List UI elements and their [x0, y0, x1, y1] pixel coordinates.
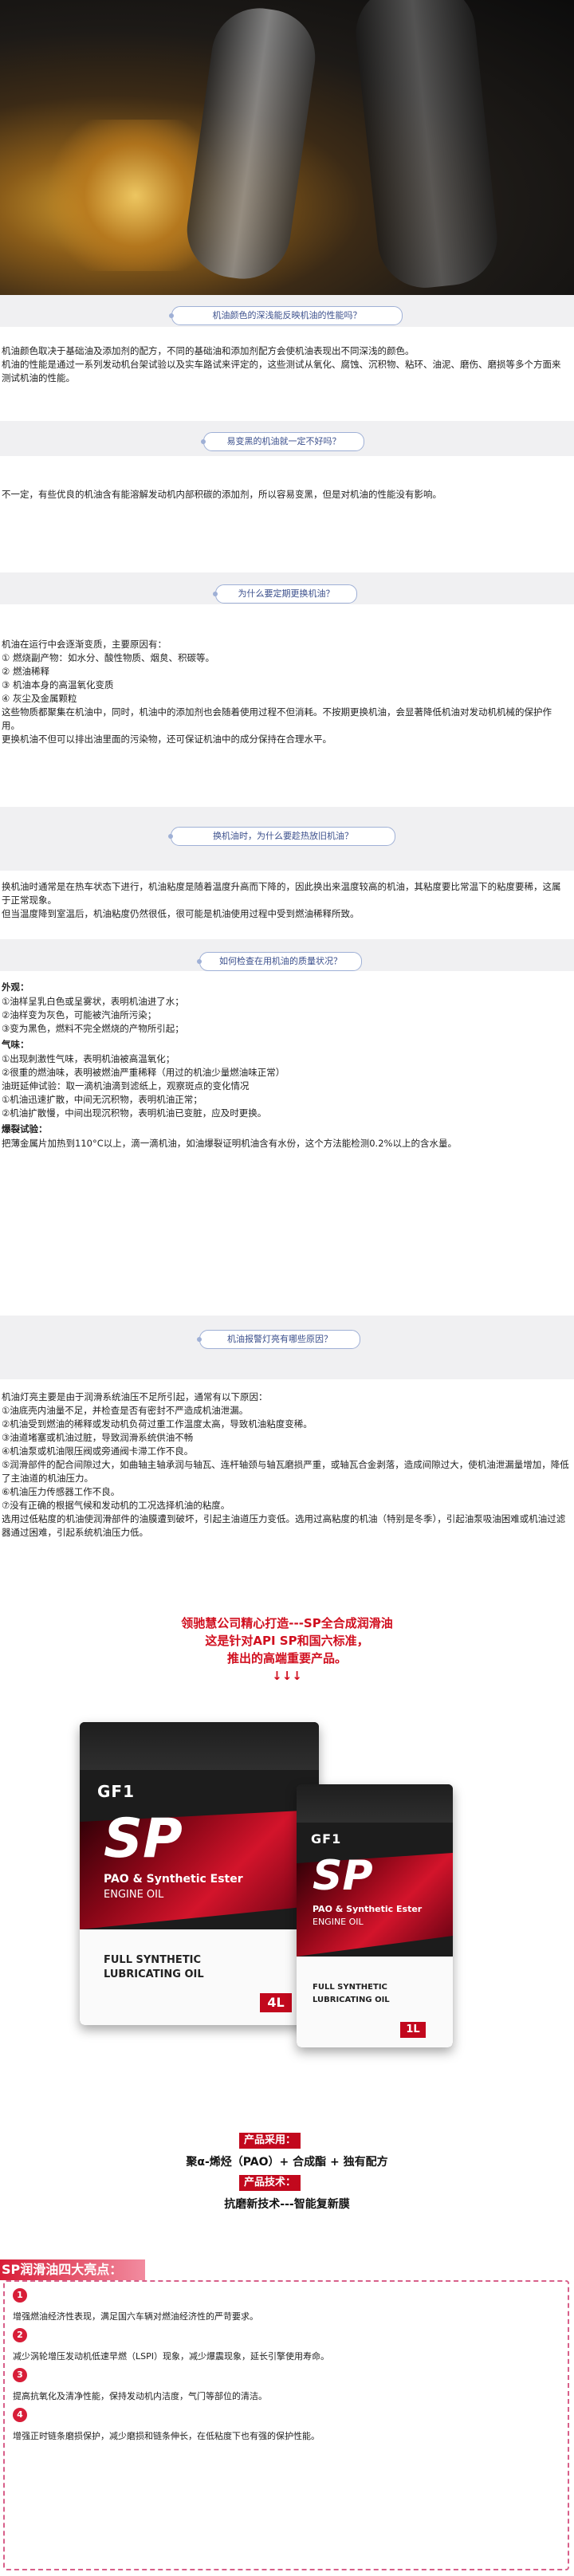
feature-text-1: 增强燃油经济性表现，满足国六车辆对燃油经济性的严苛要求。 — [13, 2311, 258, 2322]
full-synthetic-label: FULL SYNTHETIC — [104, 1954, 202, 1966]
question-pill-2: 易变黑的机油就一定不好吗？ — [201, 432, 364, 451]
product-uses-tag: 产品采用： — [239, 2133, 301, 2149]
product-can-4l: GF1 SP PAO & Synthetic Ester ENGINE OIL … — [80, 1722, 319, 2025]
brand-logo: GF1 — [311, 1831, 342, 1846]
product-can-1l: GF1 SP PAO & Synthetic Ester ENGINE OIL … — [297, 1784, 453, 2047]
feature-number-3: 3 — [13, 2368, 27, 2382]
highlights-title: SP润滑油四大亮点： — [0, 2259, 145, 2280]
sp-mark: SP — [313, 1852, 373, 1900]
appearance-text: ①油样呈乳白色或呈雾状，表明机油进了水； ②油样变为灰色，可能被汽油所污染； ③… — [2, 996, 184, 1034]
lubricating-oil-label: LUBRICATING OIL — [313, 1996, 390, 2004]
feature-text-2: 减少涡轮增压发动机低速早燃（LSPI）现象，减少爆震现象，延长引擎使用寿命。 — [13, 2351, 329, 2362]
smell-heading: 气味： — [2, 1039, 29, 1050]
appearance-heading: 外观： — [2, 981, 29, 993]
feature-number-4: 4 — [13, 2408, 27, 2422]
answer-1-text: 机油颜色取决于基础油及添加剂的配方，不同的基础油和添加剂配方会使机油表现出不同深… — [2, 345, 561, 383]
question-pill-1: 机油颜色的深浅能反映机油的性能吗？ — [169, 306, 403, 325]
burst-test-text: 把薄金属片加热到110°C以上，滴一滴机油，如油爆裂证明机油含有水份，这个方法能… — [2, 1138, 457, 1149]
feature-text-3: 提高抗氧化及清净性能，保持发动机内洁度，气门等部位的清洁。 — [13, 2391, 267, 2401]
promo-line-3: 推出的高端重要产品。 — [226, 1651, 347, 1666]
lubricating-oil-label: LUBRICATING OIL — [104, 1968, 204, 1980]
highlights-box — [3, 2280, 569, 2570]
answer-3-text: 机油在运行中会逐渐变质，主要原因有： ① 燃烧副产物：如水分、酸性物质、烟炱、积… — [2, 639, 552, 745]
product-tech: 抗磨新技术---智能复新膜 — [224, 2198, 350, 2211]
product-formula: 聚α-烯烃（PAO）+ 合成酯 + 独有配方 — [186, 2156, 388, 2169]
sp-mark: SP — [104, 1807, 183, 1870]
burst-test-heading: 爆裂试验： — [2, 1123, 48, 1135]
brand-logo: GF1 — [97, 1782, 135, 1801]
question-pill-3: 为什么要定期更换机油？ — [213, 584, 357, 604]
engine-oil-hero-image — [0, 0, 574, 295]
smell-text: ①出现刺激性气味，表明机油被高温氧化； ②很重的燃油味，表明被燃油严重稀释（用过… — [2, 1053, 285, 1119]
promo-line-1: 领驰慧公司精心打造---SP全合成润滑油 — [181, 1616, 393, 1630]
answer-2-text: 不一定，有些优良的机油含有能溶解发动机内部积碳的添加剂，所以容易变黑，但是对机油… — [2, 489, 442, 500]
question-pill-5: 如何检查在用机油的质量状况？ — [197, 952, 362, 971]
feature-number-2: 2 — [13, 2328, 27, 2342]
question-pill-4: 换机油时，为什么要趁热放旧机油？ — [168, 827, 395, 846]
engine-oil-label: ENGINE OIL — [313, 1917, 364, 1927]
question-pill-6: 机油报警灯亮有哪些原因？ — [197, 1330, 360, 1349]
promo-arrows: ↓↓↓ — [272, 1669, 302, 1683]
answer-6-text: 机油灯亮主要是由于润滑系统油压不足所引起，通常有以下原因： ①油底壳内油量不足，… — [2, 1391, 569, 1538]
answer-4-text: 换机油时通常是在热车状态下进行，机油粘度是随着温度升高而下降的，因此换出来温度较… — [2, 881, 561, 919]
promo-line-2: 这是针对API SP和国六标准， — [205, 1634, 369, 1648]
volume-badge-1l: 1L — [400, 2022, 426, 2038]
pao-label: PAO & Synthetic Ester — [104, 1873, 243, 1886]
product-tech-tag: 产品技术： — [239, 2175, 301, 2191]
feature-text-4: 增强正时链条磨损保护，减少磨损和链条伸长，在低粘度下也有强的保护性能。 — [13, 2431, 320, 2441]
volume-badge-4l: 4L — [260, 1993, 292, 2012]
feature-number-1: 1 — [13, 2288, 27, 2303]
engine-oil-label: ENGINE OIL — [104, 1889, 164, 1901]
